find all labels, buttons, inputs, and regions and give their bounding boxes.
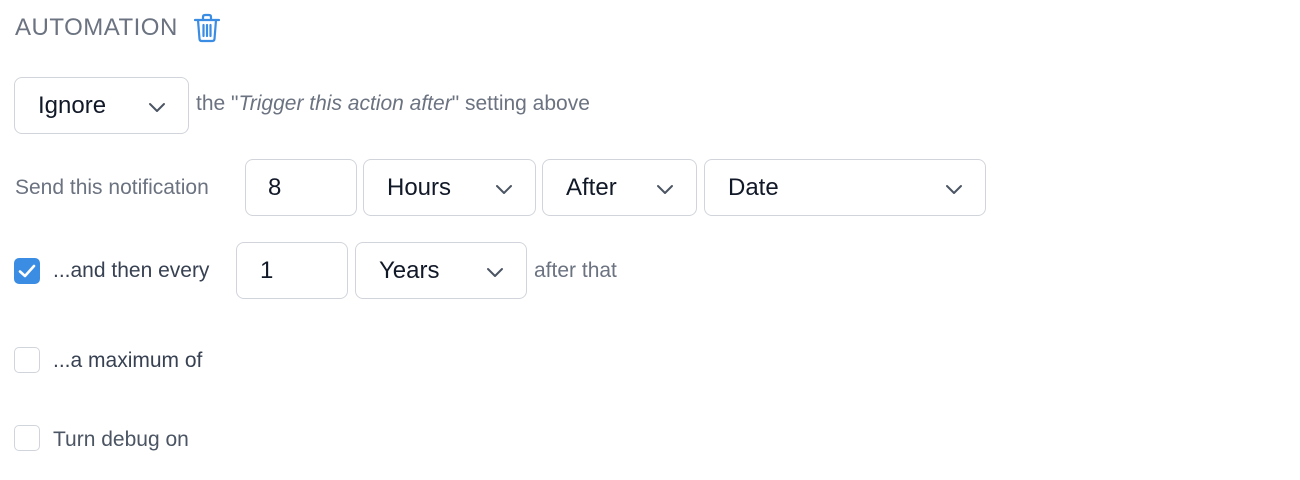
send-amount-value: 8	[268, 173, 282, 201]
repeat-amount-input[interactable]: 1	[236, 242, 348, 299]
repeat-suffix: after that	[534, 259, 617, 282]
repeat-amount-value: 1	[260, 256, 274, 284]
checkmark-icon	[18, 264, 36, 278]
repeat-checkbox[interactable]	[14, 258, 40, 284]
trash-icon[interactable]	[193, 13, 221, 43]
maximum-label: ...a maximum of	[53, 349, 203, 372]
send-unit-value: Hours	[387, 173, 452, 201]
send-direction-value: After	[566, 173, 617, 201]
send-reference-value: Date	[728, 173, 779, 201]
chevron-down-icon	[657, 184, 673, 194]
ignore-description: the "Trigger this action after" setting …	[196, 92, 590, 115]
chevron-down-icon	[149, 102, 165, 112]
ignore-select[interactable]: Ignore	[14, 77, 189, 134]
send-direction-select[interactable]: After	[542, 159, 697, 216]
ignore-select-value: Ignore	[38, 91, 107, 119]
chevron-down-icon	[487, 267, 503, 277]
setting-name: Trigger this action after	[238, 92, 452, 115]
debug-checkbox[interactable]	[14, 425, 40, 451]
section-title: AUTOMATION	[15, 14, 178, 41]
send-reference-select[interactable]: Date	[704, 159, 986, 216]
repeat-unit-select[interactable]: Years	[355, 242, 527, 299]
send-amount-input[interactable]: 8	[245, 159, 357, 216]
chevron-down-icon	[946, 184, 962, 194]
maximum-checkbox[interactable]	[14, 347, 40, 373]
chevron-down-icon	[496, 184, 512, 194]
send-notification-label: Send this notification	[15, 176, 209, 199]
debug-label: Turn debug on	[53, 428, 189, 451]
repeat-unit-value: Years	[379, 256, 440, 284]
send-unit-select[interactable]: Hours	[363, 159, 536, 216]
repeat-label: ...and then every	[53, 259, 210, 282]
